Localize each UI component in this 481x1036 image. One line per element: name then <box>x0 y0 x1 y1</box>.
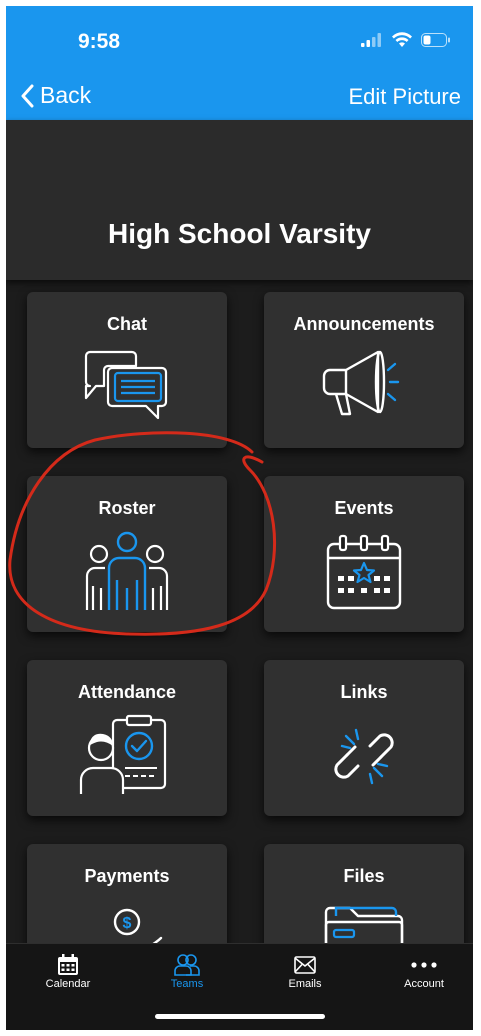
annotation-circle <box>8 431 277 636</box>
